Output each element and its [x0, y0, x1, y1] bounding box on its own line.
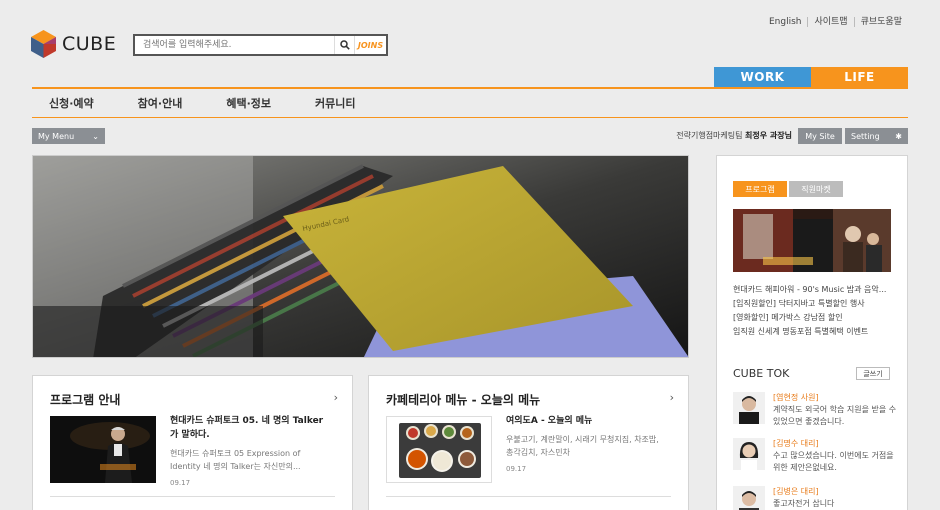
- user-name: 최정우 과장님: [745, 131, 792, 140]
- tok-text: 수고 많으셨습니다. 이번에도 거점을 위한 제안은없네요.: [773, 451, 894, 472]
- card-date: 09.17: [506, 465, 527, 473]
- nav-item-benefits[interactable]: 혜택·정보: [226, 95, 271, 111]
- logo[interactable]: CUBE: [31, 30, 116, 58]
- nav-item-community[interactable]: 커뮤니티: [315, 95, 355, 111]
- tab-market[interactable]: 직원마켓: [789, 181, 843, 197]
- my-site-button[interactable]: My Site: [798, 128, 842, 144]
- user-info: 전략기행점마케팅팀 최정우 과장님: [676, 130, 792, 141]
- chevron-right-icon[interactable]: ›: [670, 391, 674, 404]
- right-panel-tabs: 프로그램 직원마켓: [733, 181, 843, 197]
- card-date: 09.17: [170, 479, 191, 487]
- joins-search-button[interactable]: JOINS: [354, 36, 386, 54]
- program-thumbnail[interactable]: [733, 209, 891, 272]
- list-item[interactable]: 임직원 신세계 명동포점 특별혜택 이벤트: [733, 325, 886, 339]
- tok-item[interactable]: [염현정 사원] 계약직도 외국어 학습 지원을 받을 수 있었으면 좋겠습니다…: [733, 392, 898, 432]
- my-menu-dropdown[interactable]: My Menu ⌄: [32, 128, 105, 144]
- cube-tok-title: CUBE TOK: [733, 367, 790, 380]
- sub-bar: My Menu ⌄ 전략기행점마케팅팀 최정우 과장님 My Site Sett…: [32, 128, 908, 144]
- list-item[interactable]: [임직원할인] 닥터지바고 특별할인 행사: [733, 297, 886, 311]
- card-body[interactable]: 여의도A - 오늘의 메뉴 우불고기, 계란말이, 시래기 무청지짐, 차조밥,…: [506, 414, 666, 473]
- nav-item-apply[interactable]: 신청·예약: [49, 95, 94, 111]
- search-icon: [339, 40, 350, 50]
- tab-life[interactable]: LIFE: [811, 67, 908, 87]
- card-headline: 여의도A - 오늘의 메뉴: [506, 416, 593, 426]
- tok-author: [김명수 대리]: [773, 439, 819, 448]
- food-tray-image: [387, 417, 491, 482]
- card-thumbnail[interactable]: [50, 416, 156, 483]
- tab-work[interactable]: WORK: [714, 67, 811, 87]
- card-title: 프로그램 안내: [50, 393, 121, 407]
- sitemap-link[interactable]: 사이트맵: [807, 17, 853, 27]
- user-dept: 전략기행점마케팅팀: [676, 131, 743, 140]
- avatar: [733, 392, 765, 424]
- write-button[interactable]: 글쓰기: [856, 367, 890, 380]
- card-divider: [50, 496, 335, 497]
- program-info-card: 프로그램 안내 › 현대카드 슈퍼토크 05. 네 명의 Talker가 말하다…: [32, 375, 353, 510]
- search-input[interactable]: [135, 36, 334, 54]
- card-divider: [386, 496, 671, 497]
- card-description: 현대카드 슈퍼토크 05 Expression of Identity 네 명의…: [170, 449, 301, 471]
- card-title: 카페테리아 메뉴 - 오늘의 메뉴: [386, 393, 541, 407]
- card-thumbnail[interactable]: [386, 416, 492, 483]
- work-life-tabs: WORK LIFE: [714, 67, 908, 87]
- cube-logo-icon: [31, 30, 56, 58]
- right-panel: 프로그램 직원마켓 현대카드 해피아워 - 90's Music 밤과 음악..…: [716, 155, 908, 510]
- card-headline: 현대카드 슈퍼토크 05. 네 명의 Talker가 말하다.: [170, 416, 324, 440]
- card-body[interactable]: 현대카드 슈퍼토크 05. 네 명의 Talker가 말하다. 현대카드 슈퍼토…: [170, 414, 330, 487]
- tab-program[interactable]: 프로그램: [733, 181, 787, 197]
- program-image: [733, 209, 891, 272]
- cafeteria-menu-card: 카페테리아 메뉴 - 오늘의 메뉴 › 여의도A - 오늘의 메뉴 우불고기, …: [368, 375, 689, 510]
- hero-banner[interactable]: Hyundai Card: [32, 155, 689, 358]
- my-menu-label: My Menu: [38, 131, 75, 141]
- hero-image: Hyundai Card: [33, 156, 688, 357]
- tok-text: 계약직도 외국어 학습 지원을 받을 수 있었으면 좋겠습니다.: [773, 405, 897, 426]
- utility-links: English 사이트맵 큐브도움말: [763, 17, 908, 27]
- chevron-right-icon[interactable]: ›: [334, 391, 338, 404]
- search-box: JOINS: [133, 34, 388, 56]
- list-item[interactable]: 현대카드 해피아워 - 90's Music 밤과 음악...: [733, 283, 886, 297]
- help-link[interactable]: 큐브도움말: [853, 17, 908, 27]
- tok-text: 좋고자전거 삽니다: [773, 499, 835, 508]
- gear-icon: ✱: [895, 131, 902, 141]
- logo-text: CUBE: [62, 33, 117, 55]
- tok-author: [김병은 대리]: [773, 487, 819, 496]
- tok-item[interactable]: [김명수 대리] 수고 많으셨습니다. 이번에도 거점을 위한 제안은없네요.: [733, 438, 898, 478]
- avatar: [733, 486, 765, 510]
- card-description: 우불고기, 계란말이, 시래기 무청지짐, 차조밥, 총각김치, 자스민차: [506, 435, 659, 457]
- search-button[interactable]: [334, 36, 354, 54]
- main-navigation: 신청·예약 참여·안내 혜택·정보 커뮤니티: [32, 89, 908, 118]
- tok-author: [염현정 사원]: [773, 393, 819, 402]
- tok-item[interactable]: [김병은 대리] 좋고자전거 삽니다: [733, 486, 898, 510]
- nav-item-participate[interactable]: 참여·안내: [138, 95, 183, 111]
- english-link[interactable]: English: [763, 17, 808, 27]
- avatar: [733, 438, 765, 470]
- speaker-image: [50, 416, 156, 483]
- program-list: 현대카드 해피아워 - 90's Music 밤과 음악... [임직원할인] …: [733, 283, 886, 339]
- setting-button[interactable]: Setting ✱: [845, 128, 908, 144]
- setting-label: Setting: [851, 131, 880, 141]
- list-item[interactable]: [영화할인] 메가박스 강남점 할인: [733, 311, 886, 325]
- chevron-down-icon: ⌄: [92, 131, 99, 141]
